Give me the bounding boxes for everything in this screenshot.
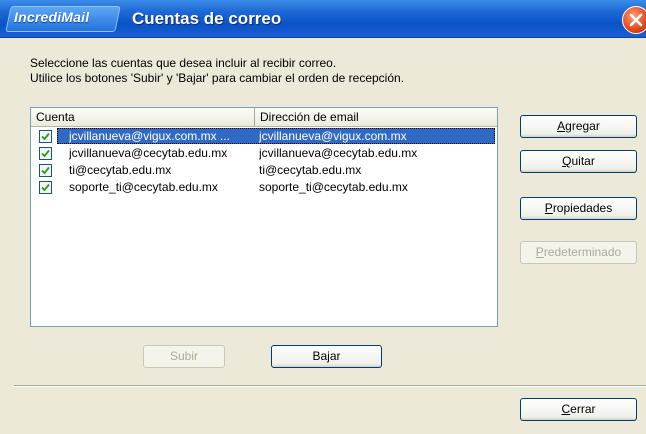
- checkmark-icon: [41, 166, 50, 175]
- list-header: Cuenta Dirección de email: [31, 108, 497, 127]
- column-header-email[interactable]: Dirección de email: [255, 108, 497, 126]
- account-name-cell: ti@cecytab.edu.mx: [69, 163, 172, 177]
- account-name-cell: soporte_ti@cecytab.edu.mx: [69, 180, 218, 194]
- move-down-button[interactable]: Bajar: [271, 345, 382, 368]
- checkmark-icon: [41, 132, 50, 141]
- close-label-rest: errar: [570, 402, 596, 416]
- brand-logo-text: IncrediMail: [14, 9, 90, 25]
- close-label-accel: C: [561, 402, 571, 416]
- add-label-accel: A: [557, 119, 566, 133]
- footer-separator: [14, 385, 646, 387]
- account-checkbox[interactable]: [39, 164, 52, 177]
- account-checkbox[interactable]: [39, 130, 52, 143]
- window-title: Cuentas de correo: [132, 9, 282, 28]
- account-name-cell: jcvillanueva@cecytab.edu.mx: [69, 146, 228, 160]
- instruction-line-2: Utilice los botones 'Subir' y 'Bajar' pa…: [30, 71, 405, 85]
- account-checkbox[interactable]: [39, 181, 52, 194]
- default-label-accel: P: [535, 245, 544, 259]
- column-header-account[interactable]: Cuenta: [31, 108, 255, 126]
- account-name-cell: jcvillanueva@vigux.com.mx ...: [69, 129, 230, 143]
- close-icon: [629, 13, 643, 27]
- remove-account-button[interactable]: Quitar: [520, 150, 637, 173]
- remove-label-accel: Q: [562, 154, 572, 168]
- close-window-button[interactable]: [622, 6, 646, 34]
- properties-button[interactable]: Propiedades: [520, 197, 637, 220]
- account-email-cell: ti@cecytab.edu.mx: [259, 163, 362, 177]
- properties-label-accel: P: [544, 201, 553, 215]
- account-email-cell: soporte_ti@cecytab.edu.mx: [259, 180, 408, 194]
- set-default-button[interactable]: Predeterminado: [520, 241, 637, 264]
- account-checkbox[interactable]: [39, 147, 52, 160]
- close-button[interactable]: Cerrar: [520, 398, 637, 421]
- account-row[interactable]: jcvillanueva@cecytab.edu.mx jcvillanueva…: [31, 145, 497, 162]
- properties-label-rest: ropiedades: [552, 201, 613, 215]
- default-label-rest: redeterminado: [543, 245, 622, 259]
- remove-label-rest: uitar: [571, 154, 595, 168]
- checkmark-icon: [41, 183, 50, 192]
- account-row[interactable]: soporte_ti@cecytab.edu.mx soporte_ti@cec…: [31, 179, 497, 196]
- accounts-list[interactable]: Cuenta Dirección de email jcvillanueva@v…: [30, 107, 498, 327]
- title-bar: IncrediMail Cuentas de correo: [0, 0, 646, 38]
- account-row[interactable]: jcvillanueva@vigux.com.mx ... jcvillanue…: [31, 128, 497, 145]
- move-up-button[interactable]: Subir: [143, 345, 225, 368]
- checkmark-icon: [41, 149, 50, 158]
- add-label-rest: gregar: [565, 119, 600, 133]
- instruction-line-1: Seleccione las cuentas que desea incluir…: [30, 56, 337, 70]
- account-email-cell: jcvillanueva@cecytab.edu.mx: [259, 146, 418, 160]
- account-row[interactable]: ti@cecytab.edu.mx ti@cecytab.edu.mx: [31, 162, 497, 179]
- add-account-button[interactable]: Agregar: [520, 115, 637, 138]
- account-email-cell: jcvillanueva@vigux.com.mx: [259, 129, 407, 143]
